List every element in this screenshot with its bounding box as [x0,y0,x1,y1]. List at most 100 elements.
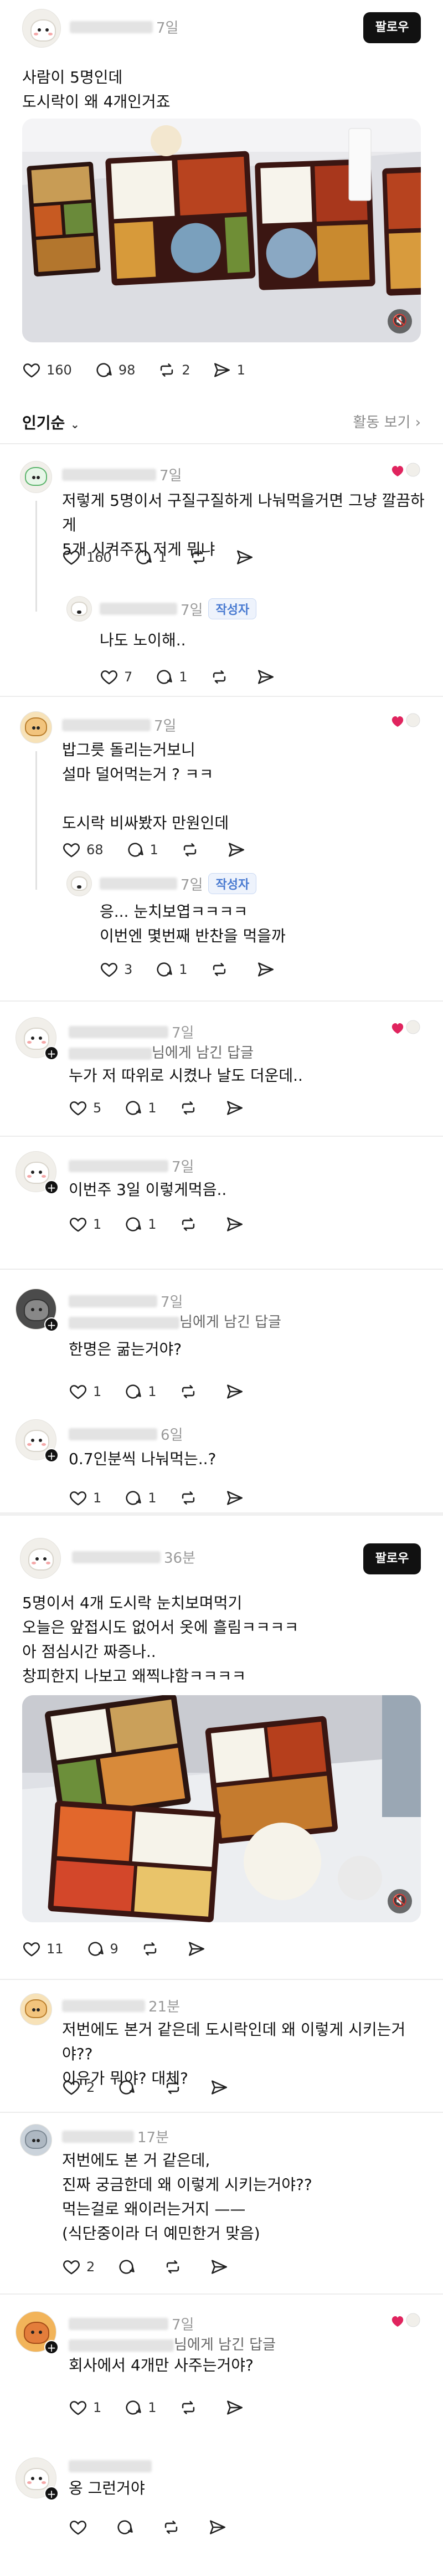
repost-button[interactable] [189,548,213,567]
like-button[interactable]: 7 [100,668,132,686]
comment-author[interactable]: 7일 [69,1022,194,1042]
share-button[interactable] [225,1099,250,1117]
repost-button[interactable] [181,840,205,859]
repost-button[interactable]: 2 [157,361,190,379]
post-author[interactable]: 36분 [72,1547,195,1567]
comment-author[interactable]: 6일 [69,1424,183,1444]
heart-icon[interactable] [390,2310,421,2337]
like-button[interactable]: 11 [22,1939,64,1958]
mute-icon[interactable]: 🔇 [388,1889,412,1913]
comment-author[interactable]: 7일 [69,2313,194,2334]
comment-button[interactable]: 1 [123,1215,157,1234]
comment-button[interactable]: 1 [134,548,167,567]
comment-button[interactable]: 1 [154,668,188,686]
like-button[interactable]: 1 [69,1215,101,1234]
share-button[interactable] [208,2518,233,2537]
mute-icon[interactable]: 🔇 [388,309,412,333]
like-button[interactable]: 68 [62,840,104,859]
like-button[interactable]: 1 [69,1489,101,1507]
repost-button[interactable] [210,960,234,979]
repost-button[interactable] [162,2518,186,2537]
comment-author[interactable]: 17분 [62,2126,169,2147]
plus-icon[interactable]: + [44,1317,59,1332]
post-image[interactable]: 🔇 [22,1695,421,1922]
plus-icon[interactable]: + [44,2340,59,2354]
comment-button[interactable] [117,2078,141,2097]
repost-button[interactable] [210,668,234,686]
repost-button[interactable] [179,1215,203,1234]
sort-dropdown[interactable]: 인기순 ⌄ [22,411,80,433]
reply-target[interactable]: 님에게 남긴 답글 [69,1311,281,1331]
comment-button[interactable]: 1 [123,2398,157,2417]
share-button[interactable] [235,548,260,567]
avatar[interactable] [22,9,61,48]
share-button[interactable] [210,2078,234,2097]
plus-icon[interactable]: + [44,2486,59,2501]
comment-button[interactable] [117,2257,141,2276]
share-button[interactable] [225,1382,250,1401]
like-button[interactable]: 5 [69,1099,101,1117]
plus-icon[interactable]: + [44,1046,59,1060]
comment-button[interactable]: 1 [123,1382,157,1401]
plus-icon[interactable]: + [44,1180,59,1194]
share-button[interactable]: 1 [213,361,245,379]
avatar[interactable] [20,1993,52,2025]
like-button[interactable]: 2 [62,2257,95,2276]
share-button[interactable] [225,2398,250,2417]
repost-button[interactable] [179,1489,203,1507]
reply-target[interactable]: 님에게 남긴 답글 [69,1041,254,1062]
heart-icon[interactable] [390,1017,421,1044]
activity-link[interactable]: 활동 보기 › [353,411,421,432]
repost-button[interactable] [163,2257,188,2276]
share-button[interactable] [210,2257,234,2276]
reply-target[interactable]: 님에게 남긴 답글 [69,2333,276,2354]
repost-button[interactable] [179,1099,203,1117]
like-button[interactable] [69,2518,93,2537]
comment-author[interactable]: 7일 [69,1291,183,1311]
avatar[interactable] [20,461,52,493]
like-button[interactable]: 1 [69,1382,101,1401]
share-button[interactable] [225,1215,250,1234]
follow-button[interactable]: 팔로우 [363,12,421,43]
heart-icon[interactable] [390,460,421,486]
share-button[interactable] [227,840,251,859]
share-button[interactable] [256,960,281,979]
like-button[interactable]: 1 [69,2398,101,2417]
comment-button[interactable]: 1 [154,960,188,979]
avatar[interactable] [66,596,92,622]
avatar[interactable] [20,1538,61,1579]
repost-button[interactable] [179,1382,203,1401]
post-image[interactable]: 🔇 [22,119,421,342]
comment-author[interactable]: 7일 작성자 [100,598,257,619]
like-button[interactable]: 160 [62,548,112,567]
comment-button[interactable]: 98 [94,361,135,379]
comment-button[interactable] [115,2518,140,2537]
share-button[interactable] [187,1939,212,1958]
comment-author[interactable]: 7일 [69,1156,194,1176]
post-author[interactable]: 7일 [70,17,178,37]
comment-button[interactable]: 1 [126,840,158,859]
like-button[interactable]: 2 [62,2078,95,2097]
like-button[interactable]: 3 [100,960,132,979]
repost-button[interactable] [179,2398,203,2417]
avatar[interactable] [20,2124,52,2156]
avatar[interactable] [66,871,92,896]
share-button[interactable] [225,1489,250,1507]
repost-button[interactable] [141,1939,165,1958]
plus-icon[interactable]: + [44,1448,59,1463]
comment-author[interactable]: 7일 작성자 [100,873,257,894]
comment-author[interactable]: 7일 [62,715,176,735]
comment-author[interactable] [69,2457,152,2474]
comment-button[interactable]: 1 [123,1099,157,1117]
comment-author[interactable]: 21분 [62,1995,180,2016]
chevron-right-icon: › [415,414,421,431]
like-button[interactable]: 160 [22,361,72,379]
share-button[interactable] [256,668,281,686]
follow-button[interactable]: 팔로우 [363,1543,421,1574]
comment-author[interactable]: 7일 [62,464,182,485]
repost-button[interactable] [163,2078,188,2097]
comment-button[interactable]: 9 [86,1939,119,1958]
heart-icon[interactable] [390,710,421,737]
avatar[interactable] [20,711,52,743]
comment-button[interactable]: 1 [123,1489,157,1507]
